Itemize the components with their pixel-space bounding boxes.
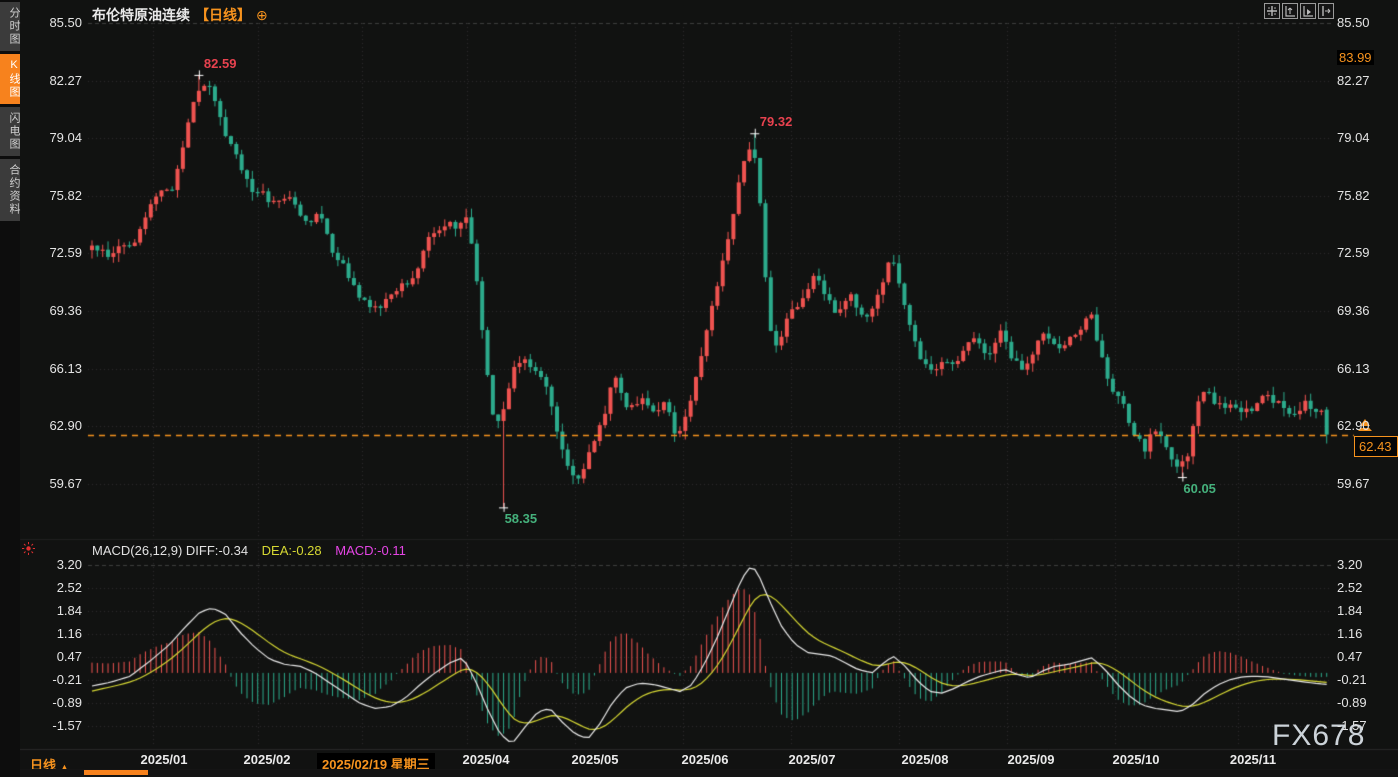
sidebar-item-contract-info[interactable]: 合约资料: [0, 159, 20, 221]
chart-type-sidebar: 分时图 K线图 闪电图 合约资料: [0, 0, 20, 777]
x-axis-month-label: 2025/10: [1113, 752, 1160, 767]
last-price-badge: 62.43: [1354, 436, 1398, 457]
crosshair-tool-button[interactable]: [1264, 3, 1280, 19]
crosshair-icon: [1266, 5, 1278, 17]
chart-toolbar: [1264, 3, 1334, 19]
chart-title-row: 布伦特原油连续 【日线】 ⊕: [92, 5, 268, 25]
x-axis-month-label: 2025/09: [1008, 752, 1055, 767]
price-axis-label-left: 75.82: [38, 188, 82, 203]
x-axis-month-label: 2025/07: [789, 752, 836, 767]
sidebar-item-lightning-chart[interactable]: 闪电图: [0, 107, 20, 156]
macd-indicator-header: MACD(26,12,9) DIFF:-0.34 DEA:-0.28 MACD:…: [92, 543, 406, 558]
macd-axis-label-right: -0.89: [1337, 695, 1381, 710]
macd-axis-label-left: 1.16: [38, 626, 82, 641]
settings-gear-icon[interactable]: ⊕: [256, 7, 268, 24]
macd-axis-label-right: -1.57: [1337, 718, 1381, 733]
price-axis-label-right: 79.04: [1337, 130, 1381, 145]
price-annotation-high: 79.32: [760, 114, 793, 129]
y-axis-scale-icon: [1284, 5, 1296, 17]
futures-chart-app: 分时图 K线图 闪电图 合约资料 布伦特原油连续 【日线】 ⊕: [0, 0, 1398, 777]
price-axis-label-left: 66.13: [38, 361, 82, 376]
x-axis-play-button[interactable]: [1300, 3, 1316, 19]
sidebar-item-kline-chart[interactable]: K线图: [0, 54, 20, 104]
price-axis-label-right: 82.27: [1337, 73, 1381, 88]
x-axis-month-label: 2025/08: [902, 752, 949, 767]
x-axis-month-label: 2025/02: [244, 752, 291, 767]
price-axis-label-left: 59.67: [38, 476, 82, 491]
macd-axis-label-right: 1.16: [1337, 626, 1381, 641]
macd-dea-value: DEA:-0.28: [262, 543, 322, 558]
macd-axis-label-left: 2.52: [38, 580, 82, 595]
macd-axis-label-left: 1.84: [38, 603, 82, 618]
macd-axis-label-left: 3.20: [38, 557, 82, 572]
macd-axis-label-right: 0.47: [1337, 649, 1381, 664]
export-right-icon: [1320, 5, 1332, 17]
price-axis-label-right: 59.67: [1337, 476, 1381, 491]
price-axis-label-right: 72.59: [1337, 245, 1381, 260]
price-axis-label-left: 79.04: [38, 130, 82, 145]
price-annotation-low: 58.35: [505, 511, 538, 526]
price-axis-label-right: 66.13: [1337, 361, 1381, 376]
macd-axis-label-left: -0.89: [38, 695, 82, 710]
price-axis-label-right: 62.90: [1337, 418, 1381, 433]
period-tag: 【日线】: [195, 5, 251, 25]
macd-axis-label-right: 2.52: [1337, 580, 1381, 595]
price-axis-label-left: 62.90: [38, 418, 82, 433]
macd-axis-label-right: 1.84: [1337, 603, 1381, 618]
macd-axis-label-left: 0.47: [38, 649, 82, 664]
price-annotation-low: 60.05: [1183, 481, 1216, 496]
export-button[interactable]: [1318, 3, 1334, 19]
price-axis-label-left: 72.59: [38, 245, 82, 260]
price-axis-label-left: 85.50: [38, 15, 82, 30]
x-axis-month-label: 2025/11: [1230, 752, 1276, 767]
macd-diff-value: MACD(26,12,9) DIFF:-0.34: [92, 543, 248, 558]
price-axis-label-left: 69.36: [38, 303, 82, 318]
macd-hist-value: MACD:-0.11: [335, 543, 406, 558]
y-axis-scale-button[interactable]: [1282, 3, 1298, 19]
price-axis-label-left: 82.27: [38, 73, 82, 88]
period-high-marker: 83.99: [1337, 50, 1374, 65]
x-axis-month-label: 2025/04: [463, 752, 510, 767]
timeline-scrollbar-track[interactable]: [20, 769, 1398, 777]
macd-axis-label-right: -0.21: [1337, 672, 1381, 687]
x-axis-month-label: 2025/06: [682, 752, 729, 767]
macd-axis-label-left: -1.57: [38, 718, 82, 733]
live-indicator-icon[interactable]: [21, 541, 36, 561]
sidebar-item-timeline-chart[interactable]: 分时图: [0, 2, 20, 51]
price-axis-label-right: 69.36: [1337, 303, 1381, 318]
macd-axis-label-right: 3.20: [1337, 557, 1381, 572]
x-axis-play-icon: [1302, 5, 1314, 17]
price-annotation-high: 82.59: [204, 56, 237, 71]
x-axis-month-label: 2025/05: [572, 752, 619, 767]
price-axis-label-right: 75.82: [1337, 188, 1381, 203]
candlestick-macd-chart-canvas[interactable]: [0, 0, 1398, 777]
timeline-scrollbar-thumb[interactable]: [84, 770, 148, 775]
price-axis-label-right: 85.50: [1337, 15, 1381, 30]
x-axis-month-label: 2025/01: [141, 752, 188, 767]
macd-axis-label-left: -0.21: [38, 672, 82, 687]
instrument-title: 布伦特原油连续: [92, 5, 190, 25]
